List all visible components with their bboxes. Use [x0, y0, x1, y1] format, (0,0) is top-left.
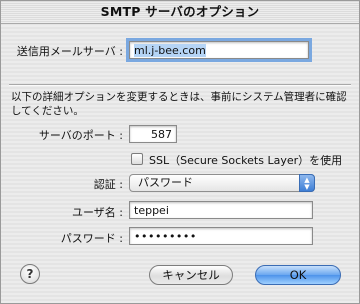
username-label: ユーザ名 :	[72, 206, 123, 219]
outgoing-server-label: 送信用メールサーバ :	[16, 45, 123, 58]
cancel-button[interactable]: キャンセル	[149, 265, 233, 285]
server-port-field[interactable]: 587	[129, 125, 177, 143]
outgoing-server-field[interactable]: ml.j-bee.com	[126, 38, 312, 62]
ssl-label: SSL（Secure Sockets Layer）を使用	[149, 154, 343, 167]
ssl-checkbox[interactable]	[131, 153, 143, 165]
dialog-title: SMTP サーバのオプション	[1, 1, 359, 24]
outgoing-server-value: ml.j-bee.com	[134, 44, 206, 57]
username-field[interactable]: teppei	[129, 201, 313, 219]
ok-button[interactable]: OK	[255, 265, 341, 285]
password-label: パスワード :	[60, 232, 123, 245]
section-divider	[9, 84, 351, 86]
help-button[interactable]: ?	[20, 264, 40, 284]
advanced-options-description: 以下の詳細オプションを変更するときは、事前にシステム管理者に確認してください。	[11, 91, 347, 117]
server-port-label: サーバのポート :	[38, 129, 123, 142]
password-field[interactable]: •••••••••	[129, 227, 313, 245]
smtp-options-dialog: SMTP サーバのオプション 送信用メールサーバ : ml.j-bee.com …	[0, 0, 360, 304]
authentication-label: 認証 :	[93, 178, 123, 191]
authentication-popup[interactable]: パスワード ▲ ▼	[129, 174, 315, 192]
authentication-selected: パスワード	[138, 176, 193, 189]
popup-arrows-icon: ▲ ▼	[299, 174, 315, 192]
